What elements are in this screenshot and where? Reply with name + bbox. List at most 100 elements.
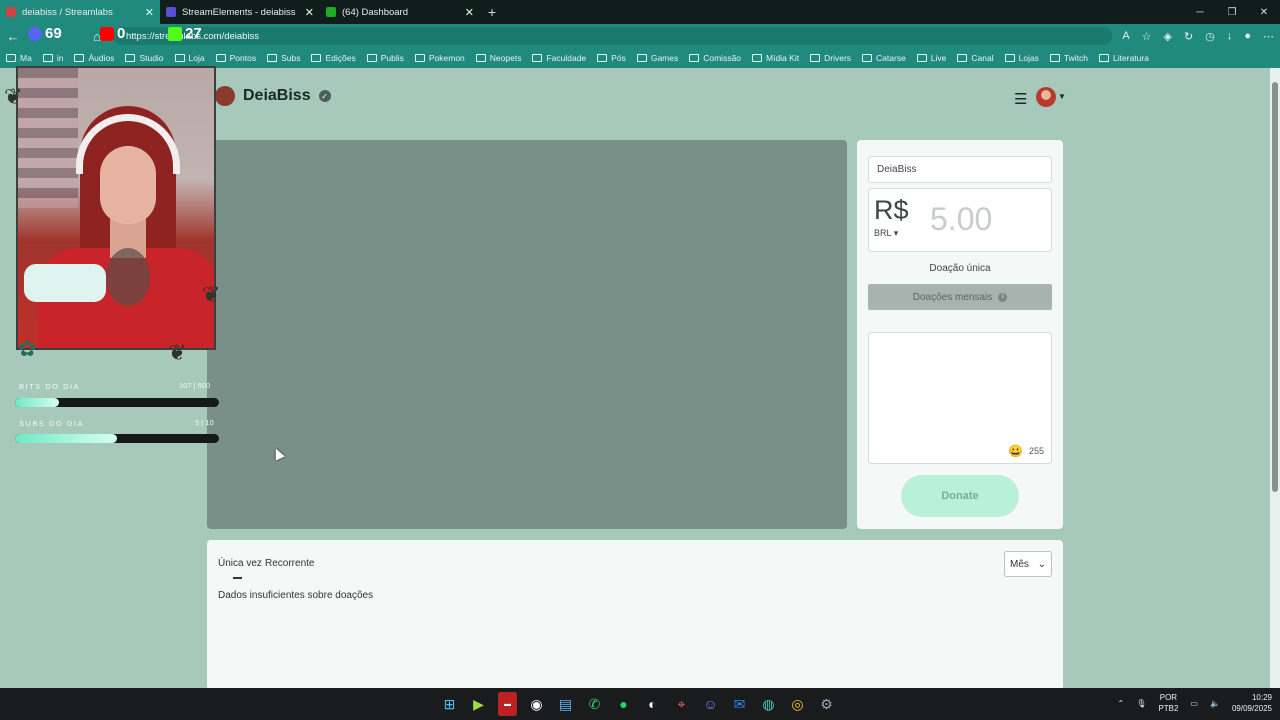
close-window-icon[interactable]: ✕ (1248, 0, 1280, 24)
language-indicator[interactable]: POR PTB2 (1158, 692, 1178, 714)
maps-pin-icon[interactable]: ⌖ (672, 692, 691, 716)
bookmark-item[interactable]: Games (636, 53, 678, 63)
bookmark-item[interactable]: Ma (6, 53, 32, 63)
extensions-icon[interactable]: ◈ (1164, 30, 1172, 43)
bookmark-item[interactable]: Catarse (862, 53, 906, 63)
period-select[interactable]: Mês ⌄ (1004, 551, 1052, 577)
bookmark-item[interactable]: Pós (597, 53, 626, 63)
back-arrow-icon[interactable]: ← (6, 29, 20, 44)
streamlabs-favicon-icon (6, 7, 16, 17)
bookmark-item[interactable]: Pokemon (414, 53, 465, 63)
currency-select[interactable]: BRL ▾ (874, 228, 898, 239)
bookmark-item[interactable]: Studio (125, 53, 164, 63)
folder-icon (174, 54, 185, 62)
shell-app-icon[interactable]: ◐ (643, 692, 662, 716)
restore-icon[interactable]: ❐ (1216, 0, 1248, 24)
discord-taskbar-icon[interactable]: ☺ (701, 692, 720, 716)
chevron-down-icon[interactable]: ▼ (1058, 92, 1066, 101)
clock[interactable]: 10:29 09/09/2025 (1232, 692, 1272, 714)
url-field[interactable]: https://streamlabs.com/deiabiss (114, 27, 1113, 45)
bookmark-item[interactable]: Comissão (689, 53, 741, 63)
bookmark-label: Ma (20, 53, 32, 63)
edge-icon[interactable]: ◍ (759, 692, 778, 716)
bookmark-item[interactable]: Neopets (475, 53, 521, 63)
bookmark-item[interactable]: Twitch (1049, 53, 1088, 63)
profile-icon[interactable]: ● (1244, 30, 1251, 43)
close-tab-icon[interactable]: ✕ (305, 6, 314, 19)
browser-tab-bar: deiabiss / Streamlabs ✕ StreamElements -… (0, 0, 1280, 24)
bookmark-label: Lojas (1018, 53, 1039, 63)
volume-icon[interactable]: 🔈 (1210, 699, 1220, 708)
bookmark-item[interactable]: Literatura (1099, 53, 1149, 63)
outlook-icon[interactable]: ✉ (730, 692, 749, 716)
user-avatar[interactable] (1036, 87, 1056, 107)
bookmark-item[interactable]: Mídia Kit (752, 53, 799, 63)
bits-label: BITS DO DIA (19, 382, 81, 391)
bookmark-item[interactable]: in (42, 53, 64, 63)
bookmark-item[interactable]: Loja (174, 53, 205, 63)
close-tab-icon[interactable]: ✕ (145, 6, 154, 19)
minimize-icon[interactable]: ─ (1184, 0, 1216, 24)
page-scrollbar[interactable] (1270, 68, 1280, 688)
bookmark-item[interactable]: Pontos (215, 53, 256, 63)
info-icon[interactable]: i (998, 292, 1008, 302)
windows-start-icon[interactable]: ⊞ (440, 692, 459, 716)
media-player-icon[interactable]: ▶ (469, 692, 488, 716)
bookmark-label: Pós (611, 53, 626, 63)
bookmark-item[interactable]: Live (916, 53, 946, 63)
bookmark-item[interactable]: Edições (311, 53, 356, 63)
amount-field[interactable]: R$ 5.00 BRL ▾ (868, 188, 1052, 252)
bookmark-item[interactable]: Áudios (74, 53, 114, 63)
bookmark-label: Studio (139, 53, 164, 63)
steam-icon[interactable]: ⚙ (817, 692, 836, 716)
donor-name-input[interactable] (868, 156, 1052, 183)
microphone-icon[interactable]: 🎙 (1136, 699, 1146, 708)
tab-streamelements[interactable]: StreamElements - deiabiss ✕ (160, 0, 320, 24)
folder-icon (636, 54, 647, 62)
bookmark-item[interactable]: Lojas (1004, 53, 1039, 63)
windows-taskbar: ⊞ ▶ ▬ ◉ ▤ ✆ ● ◐ ⌖ ☺ ✉ ◍ ◎ ⚙ ⌃ 🎙 POR PTB2… (0, 688, 1280, 720)
whatsapp-icon[interactable]: ✆ (585, 692, 604, 716)
notepad-icon[interactable]: ▤ (556, 692, 575, 716)
display-icon[interactable]: ▭ (1190, 699, 1198, 708)
read-aloud-icon[interactable]: A (1122, 30, 1129, 43)
scrollbar-thumb[interactable] (1272, 82, 1278, 492)
bookmark-label: Catarse (876, 53, 906, 63)
chevron-up-icon[interactable]: ⌃ (1118, 699, 1125, 708)
char-count: 255 (1028, 446, 1044, 456)
webcam-overlay (16, 66, 216, 350)
tab-recurring[interactable]: Recorrente (265, 558, 314, 569)
tab-one-time[interactable]: Única vez (218, 558, 262, 569)
bookmark-item[interactable]: Publis (366, 53, 404, 63)
close-tab-icon[interactable]: ✕ (465, 6, 474, 19)
bookmark-item[interactable]: Drivers (810, 53, 851, 63)
bookmark-item[interactable]: Canal (957, 53, 994, 63)
dvd-app-icon[interactable]: ▬ (498, 692, 517, 716)
bookmark-label: Pokemon (428, 53, 465, 63)
message-textarea[interactable]: 😀 255 (868, 332, 1052, 464)
menu-hamburger-icon[interactable]: ☰ (1014, 90, 1027, 108)
leaf-ornament-icon: ✿ (18, 336, 37, 361)
donation-history-card: Única vez Recorrente Mês ⌄ Dados insufic… (207, 540, 1063, 690)
bookmark-item[interactable]: Subs (267, 53, 300, 63)
kick-icon (168, 26, 182, 41)
donate-label: Donate (941, 490, 979, 502)
tab-streamlabs[interactable]: deiabiss / Streamlabs ✕ (0, 0, 160, 24)
refresh-icon[interactable]: ↻ (1184, 30, 1193, 43)
chrome-icon[interactable]: ◎ (788, 692, 807, 716)
history-icon[interactable]: ◷ (1205, 30, 1215, 43)
favorite-star-icon[interactable]: ☆ (1142, 30, 1152, 43)
one-time-donation-toggle[interactable]: Doação única (868, 263, 1052, 274)
download-icon[interactable]: ↓ (1227, 30, 1233, 43)
bookmark-label: in (56, 53, 64, 63)
obs-icon[interactable]: ◉ (527, 692, 546, 716)
new-tab-plus-icon[interactable]: + (480, 0, 504, 24)
more-menu-icon[interactable]: ⋯ (1263, 30, 1274, 43)
donate-button[interactable]: Donate (901, 475, 1019, 517)
emoji-picker-icon[interactable]: 😀 (1008, 444, 1023, 458)
tab-dashboard[interactable]: (64) Dashboard ✕ (320, 0, 480, 24)
bookmark-label: Literatura (1113, 53, 1149, 63)
spotify-icon[interactable]: ● (614, 692, 633, 716)
bookmark-item[interactable]: Faculdade (532, 53, 586, 63)
monthly-donation-toggle[interactable]: Doações mensais i (868, 284, 1052, 310)
